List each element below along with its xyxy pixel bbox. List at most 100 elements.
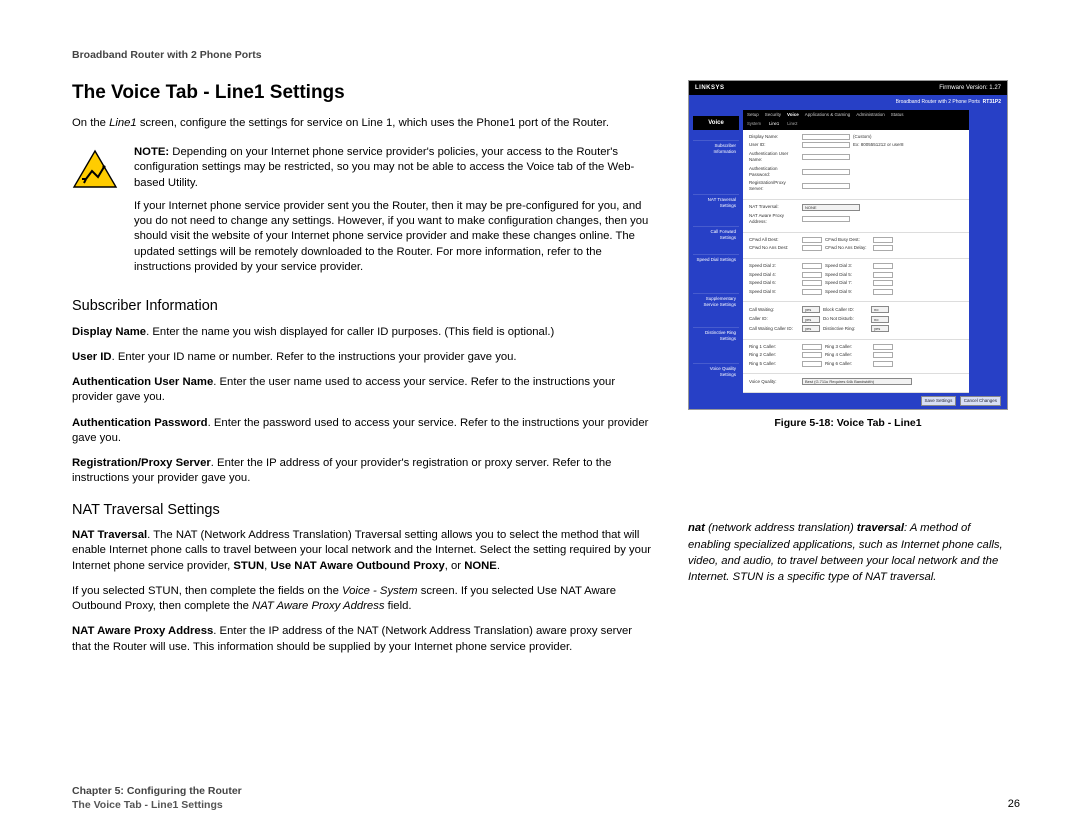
glossary-term: nat [688, 522, 705, 534]
f-s9: Speed Dial 9: [825, 289, 870, 295]
f-custom: (Custom) [853, 134, 872, 140]
note-block: NOTE: Depending on your Internet phone s… [72, 145, 652, 283]
thumb-cancel-btn: Cancel Changes [960, 396, 1001, 406]
term-display-name: Display Name [72, 326, 146, 338]
f-np-inp [802, 216, 850, 222]
i-s4 [802, 272, 822, 278]
nat-bold-proxy: Use NAT Aware Outbound Proxy [270, 560, 444, 572]
f-r5: Ring 5 Caller: [749, 361, 799, 367]
nav3: Applications & Gaming [805, 112, 851, 118]
side-speed: Speed Dial Settings [693, 254, 739, 265]
page-title: The Voice Tab - Line1 Settings [72, 80, 652, 106]
para-auth-pass: Authentication Password. Enter the passw… [72, 416, 652, 447]
i-s5 [873, 272, 893, 278]
term-nat: NAT Traversal [72, 529, 147, 541]
f-vq: Voice Quality: [749, 379, 799, 385]
para-user-id: User ID. Enter your ID name or number. R… [72, 350, 652, 365]
i-s6 [802, 280, 822, 286]
intro-paragraph: On the Line1 screen, configure the setti… [72, 116, 652, 131]
i-s8 [802, 289, 822, 295]
f-r4: Ring 4 Caller: [825, 352, 870, 358]
nat2-em2: NAT Aware Proxy Address [252, 600, 384, 612]
i-r1 [802, 344, 822, 350]
i-s7 [873, 280, 893, 286]
f-dnd-s: no [871, 316, 889, 323]
nav0: Setup [747, 112, 759, 118]
figure-caption: Figure 5-18: Voice Tab - Line1 [688, 416, 1008, 430]
glossary-paren: (network address translation) [705, 522, 857, 534]
thumb-model: RT31P2 [983, 99, 1001, 106]
f-cb-i [873, 237, 893, 243]
f-r1: Ring 1 Caller: [749, 344, 799, 350]
f-dn: Display Name: [749, 134, 799, 140]
para-auth-user: Authentication User Name. Enter the user… [72, 375, 652, 406]
f-cwc: Call Waiting Caller ID: [749, 326, 799, 332]
i-r6 [873, 361, 893, 367]
f-dn-inp [802, 134, 850, 140]
subscriber-heading: Subscriber Information [72, 297, 652, 317]
text-display-name: . Enter the name you wish displayed for … [146, 326, 554, 338]
nav2: Voice [787, 112, 799, 118]
main-column: The Voice Tab - Line1 Settings On the Li… [72, 80, 652, 665]
nav4: Administration [856, 112, 885, 118]
para-nat-stun: If you selected STUN, then complete the … [72, 584, 652, 615]
footer-section: The Voice Tab - Line1 Settings [72, 798, 242, 812]
term-nat-proxy: NAT Aware Proxy Address [72, 625, 213, 637]
f-r2: Ring 2 Caller: [749, 352, 799, 358]
side-subscriber: Subscriber Information [693, 140, 739, 157]
nat-bold-none: NONE [464, 560, 497, 572]
term-auth-pass: Authentication Password [72, 417, 208, 429]
note-text1: Depending on your Internet phone service… [134, 146, 634, 189]
glossary-note: nat (network address translation) traver… [688, 520, 1008, 586]
side-ring: Distinctive Ring Settings [693, 327, 739, 344]
f-au-inp [802, 154, 850, 160]
sep2: , or [445, 560, 464, 572]
f-cw: Call Waiting: [749, 307, 799, 313]
page-footer: Chapter 5: Configuring the Router The Vo… [72, 784, 1020, 812]
para-nat-proxy-addr: NAT Aware Proxy Address. Enter the IP ad… [72, 624, 652, 655]
intro-pre: On the [72, 117, 109, 129]
thumb-nav: Setup Security Voice Applications & Gami… [743, 110, 969, 120]
f-s6: Speed Dial 6: [749, 280, 799, 286]
f-bc-s: no [871, 306, 889, 313]
nav5: Status [891, 112, 904, 118]
f-cb: CFwd Busy Dest: [825, 237, 870, 243]
nat2-post: field. [385, 600, 412, 612]
f-s2: Speed Dial 2: [749, 263, 799, 269]
note-p1: NOTE: Depending on your Internet phone s… [134, 145, 652, 191]
f-nt: NAT Traversal: [749, 204, 799, 210]
term-reg-proxy: Registration/Proxy Server [72, 457, 211, 469]
i-r3 [873, 344, 893, 350]
text-user-id: . Enter your ID name or number. Refer to… [112, 351, 517, 363]
f-rp: Registration/Proxy Server: [749, 180, 799, 192]
i-s9 [873, 289, 893, 295]
warning-icon [72, 149, 118, 189]
nat-heading: NAT Traversal Settings [72, 501, 652, 521]
f-dr-s: yes [871, 325, 889, 332]
sub2: Line2 [787, 121, 797, 127]
para-display-name: Display Name. Enter the name you wish di… [72, 325, 652, 340]
f-rp-inp [802, 183, 850, 189]
f-s5: Speed Dial 5: [825, 272, 870, 278]
f-dr: Distinctive Ring: [823, 326, 868, 332]
f-s7: Speed Dial 7: [825, 280, 870, 286]
f-r6: Ring 6 Caller: [825, 361, 870, 367]
f-ca: CFwd All Dest: [749, 237, 799, 243]
f-cw-s: yes [802, 306, 820, 313]
f-dnd: Do Not Disturb: [823, 316, 868, 322]
intro-post: screen, configure the settings for servi… [137, 117, 609, 129]
f-nt-sel: NONE [802, 204, 860, 211]
i-s2 [802, 263, 822, 269]
para-reg-proxy: Registration/Proxy Server. Enter the IP … [72, 456, 652, 487]
f-np: NAT Aware Proxy Address: [749, 213, 799, 225]
f-uid-inp [802, 142, 850, 148]
thumb-save-btn: Save Settings [921, 396, 957, 406]
f-cd: CFwd No Ans Delay: [825, 245, 870, 251]
f-ci-s: yes [802, 316, 820, 323]
i-r5 [802, 361, 822, 367]
figure-thumbnail: LINKSYS Firmware Version: 1.27 Broadband… [688, 80, 1008, 430]
thumb-banner: Broadband Router with 2 Phone Ports [896, 99, 980, 106]
sidebar-column: LINKSYS Firmware Version: 1.27 Broadband… [688, 80, 1008, 665]
term-auth-user: Authentication User Name [72, 376, 213, 388]
nat2-pre: If you selected STUN, then complete the … [72, 585, 342, 597]
